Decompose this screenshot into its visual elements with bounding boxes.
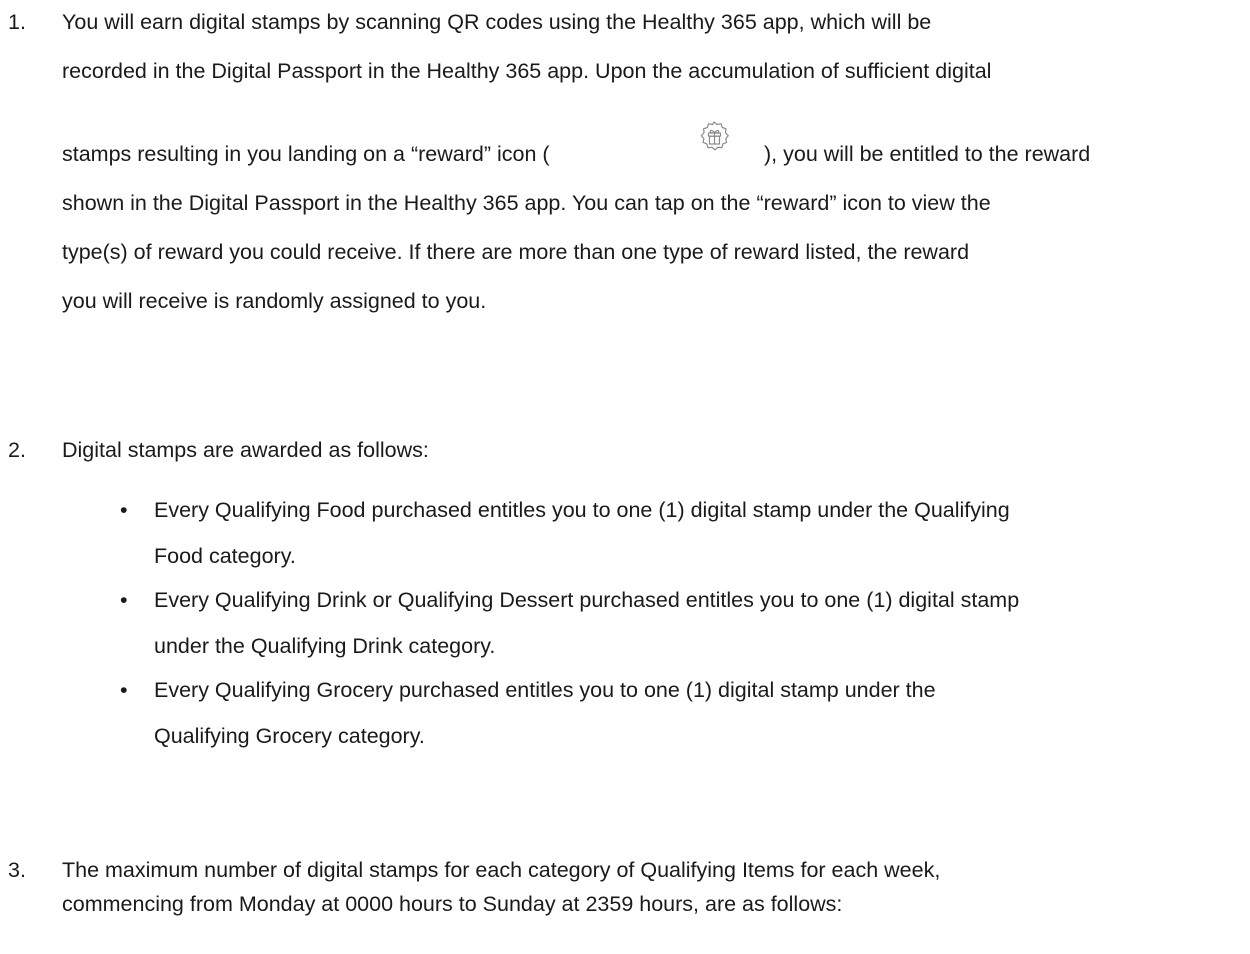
text-line: under the Qualifying Drink category. [154, 634, 496, 658]
text-line: Every Qualifying Drink or Qualifying Des… [154, 588, 1020, 612]
bullet-marker: • [120, 588, 128, 612]
clause-number: 1. [8, 10, 26, 34]
text-line: you will receive is randomly assigned to… [62, 289, 487, 313]
text-line: type(s) of reward you could receive. If … [62, 240, 970, 264]
text-line: You will earn digital stamps by scanning… [62, 10, 932, 34]
clause-number: 2. [8, 438, 26, 462]
text-line: Qualifying Grocery category. [154, 724, 425, 748]
bullet-marker: • [120, 498, 128, 522]
terms-document: 1. You will earn digital stamps by scann… [0, 0, 1250, 954]
gift-badge-icon [697, 120, 731, 154]
clause-number: 3. [8, 858, 26, 882]
text-line: The maximum number of digital stamps for… [62, 858, 941, 882]
bullet-marker: • [120, 678, 128, 702]
text-line: commencing from Monday at 0000 hours to … [62, 892, 843, 916]
text-line: shown in the Digital Passport in the Hea… [62, 191, 991, 215]
text-line: Food category. [154, 544, 296, 568]
text-line: ), you will be entitled to the reward [764, 142, 1091, 166]
text-line: Every Qualifying Food purchased entitles… [154, 498, 1010, 522]
text-line: recorded in the Digital Passport in the … [62, 59, 992, 83]
text-line: stamps resulting in you landing on a “re… [62, 142, 550, 166]
text-line: Digital stamps are awarded as follows: [62, 438, 429, 462]
text-line: Every Qualifying Grocery purchased entit… [154, 678, 936, 702]
